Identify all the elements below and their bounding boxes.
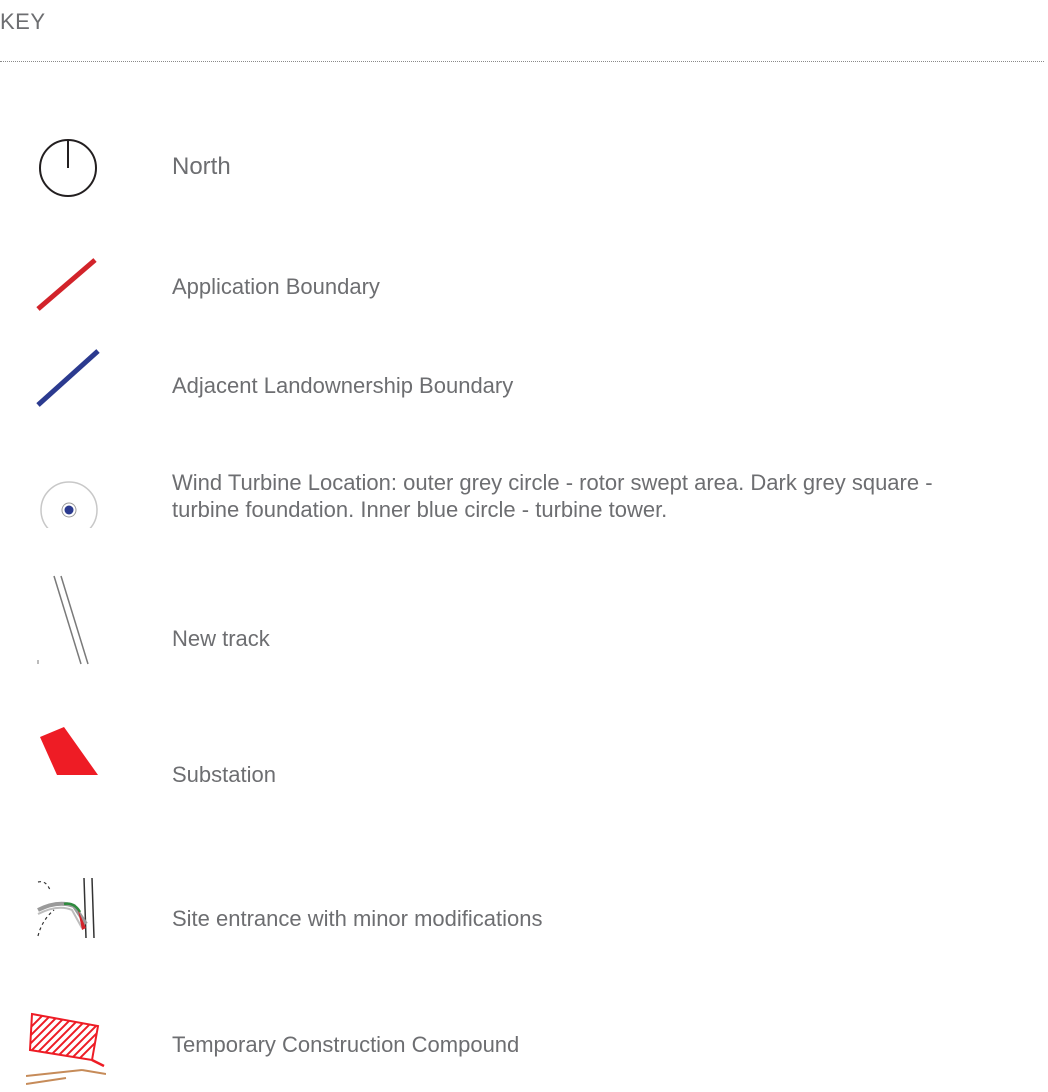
construction-compound-icon [26, 1012, 116, 1092]
site-entrance-icon [34, 876, 124, 940]
legend-label-wind-turbine: Wind Turbine Location: outer grey circle… [172, 470, 933, 522]
legend-label-substation: Substation [172, 762, 276, 787]
legend-label-construction-compound: Temporary Construction Compound [172, 1032, 520, 1057]
key-divider [0, 61, 1044, 62]
legend-label-application-boundary: Application Boundary [172, 274, 380, 299]
red-boundary-line-icon [34, 256, 124, 314]
legend-label-new-track: New track [172, 626, 270, 651]
new-track-icon [34, 574, 124, 666]
substation-icon [38, 727, 128, 775]
legend-label-north: North [172, 153, 231, 180]
blue-boundary-line-icon [34, 347, 124, 409]
north-arrow-icon [38, 138, 128, 198]
legend-label-adjacent-landownership-boundary: Adjacent Landownership Boundary [172, 373, 514, 398]
legend-label-site-entrance: Site entrance with minor modifications [172, 906, 543, 931]
wind-turbine-icon [38, 472, 128, 530]
key-title: KEY [0, 9, 46, 34]
